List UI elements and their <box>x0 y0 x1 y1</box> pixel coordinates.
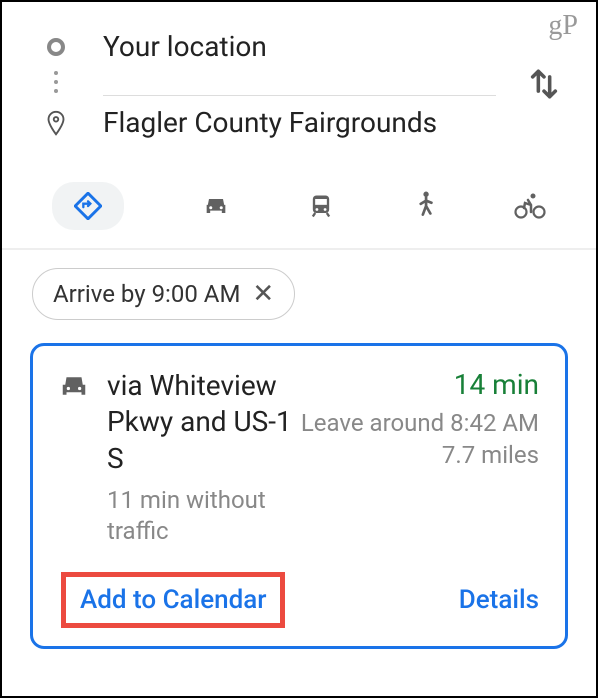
route-eta: 14 min <box>301 368 539 401</box>
mode-tabs <box>2 157 596 248</box>
highlight-annotation: Add to Calendar <box>61 572 285 628</box>
origin-row[interactable]: Your location <box>47 22 566 71</box>
arrive-by-chip[interactable]: Arrive by 9:00 AM ✕ <box>32 268 295 320</box>
add-to-calendar-button[interactable]: Add to Calendar <box>80 585 266 615</box>
destination-pin-icon <box>47 111 65 135</box>
tab-driving[interactable] <box>202 192 230 220</box>
destination-row[interactable]: Flagler County Fairgrounds <box>47 98 566 147</box>
route-without-traffic: 11 min without traffic <box>107 485 301 547</box>
tab-transit[interactable] <box>307 192 335 220</box>
route-name: via Whiteview Pkwy and US-1 S <box>107 368 301 477</box>
filter-row: Arrive by 9:00 AM ✕ <box>2 250 596 338</box>
tab-walking[interactable] <box>413 191 437 221</box>
route-distance: 7.7 miles <box>301 439 539 471</box>
transit-icon <box>307 192 335 220</box>
details-button[interactable]: Details <box>459 585 539 615</box>
route-leave-around: Leave around 8:42 AM <box>301 407 539 439</box>
destination-text: Flagler County Fairgrounds <box>103 98 566 147</box>
tab-cycling[interactable] <box>514 192 546 220</box>
walk-icon <box>413 191 437 221</box>
chip-label: Arrive by 9:00 AM <box>53 280 240 308</box>
directions-icon <box>74 192 102 220</box>
route-card[interactable]: via Whiteview Pkwy and US-1 S 11 min wit… <box>30 343 568 649</box>
directions-inputs: Your location Flagler County Fairgrounds <box>2 2 596 157</box>
origin-circle-icon <box>47 38 65 56</box>
car-icon <box>59 372 89 548</box>
watermark: gP <box>548 10 578 42</box>
origin-text: Your location <box>103 22 566 71</box>
swap-button[interactable] <box>527 67 561 105</box>
tab-best[interactable] <box>52 182 124 230</box>
car-icon <box>202 192 230 220</box>
dots-icon <box>47 65 65 99</box>
bike-icon <box>514 192 546 220</box>
close-icon[interactable]: ✕ <box>252 279 274 309</box>
input-divider <box>103 95 496 96</box>
